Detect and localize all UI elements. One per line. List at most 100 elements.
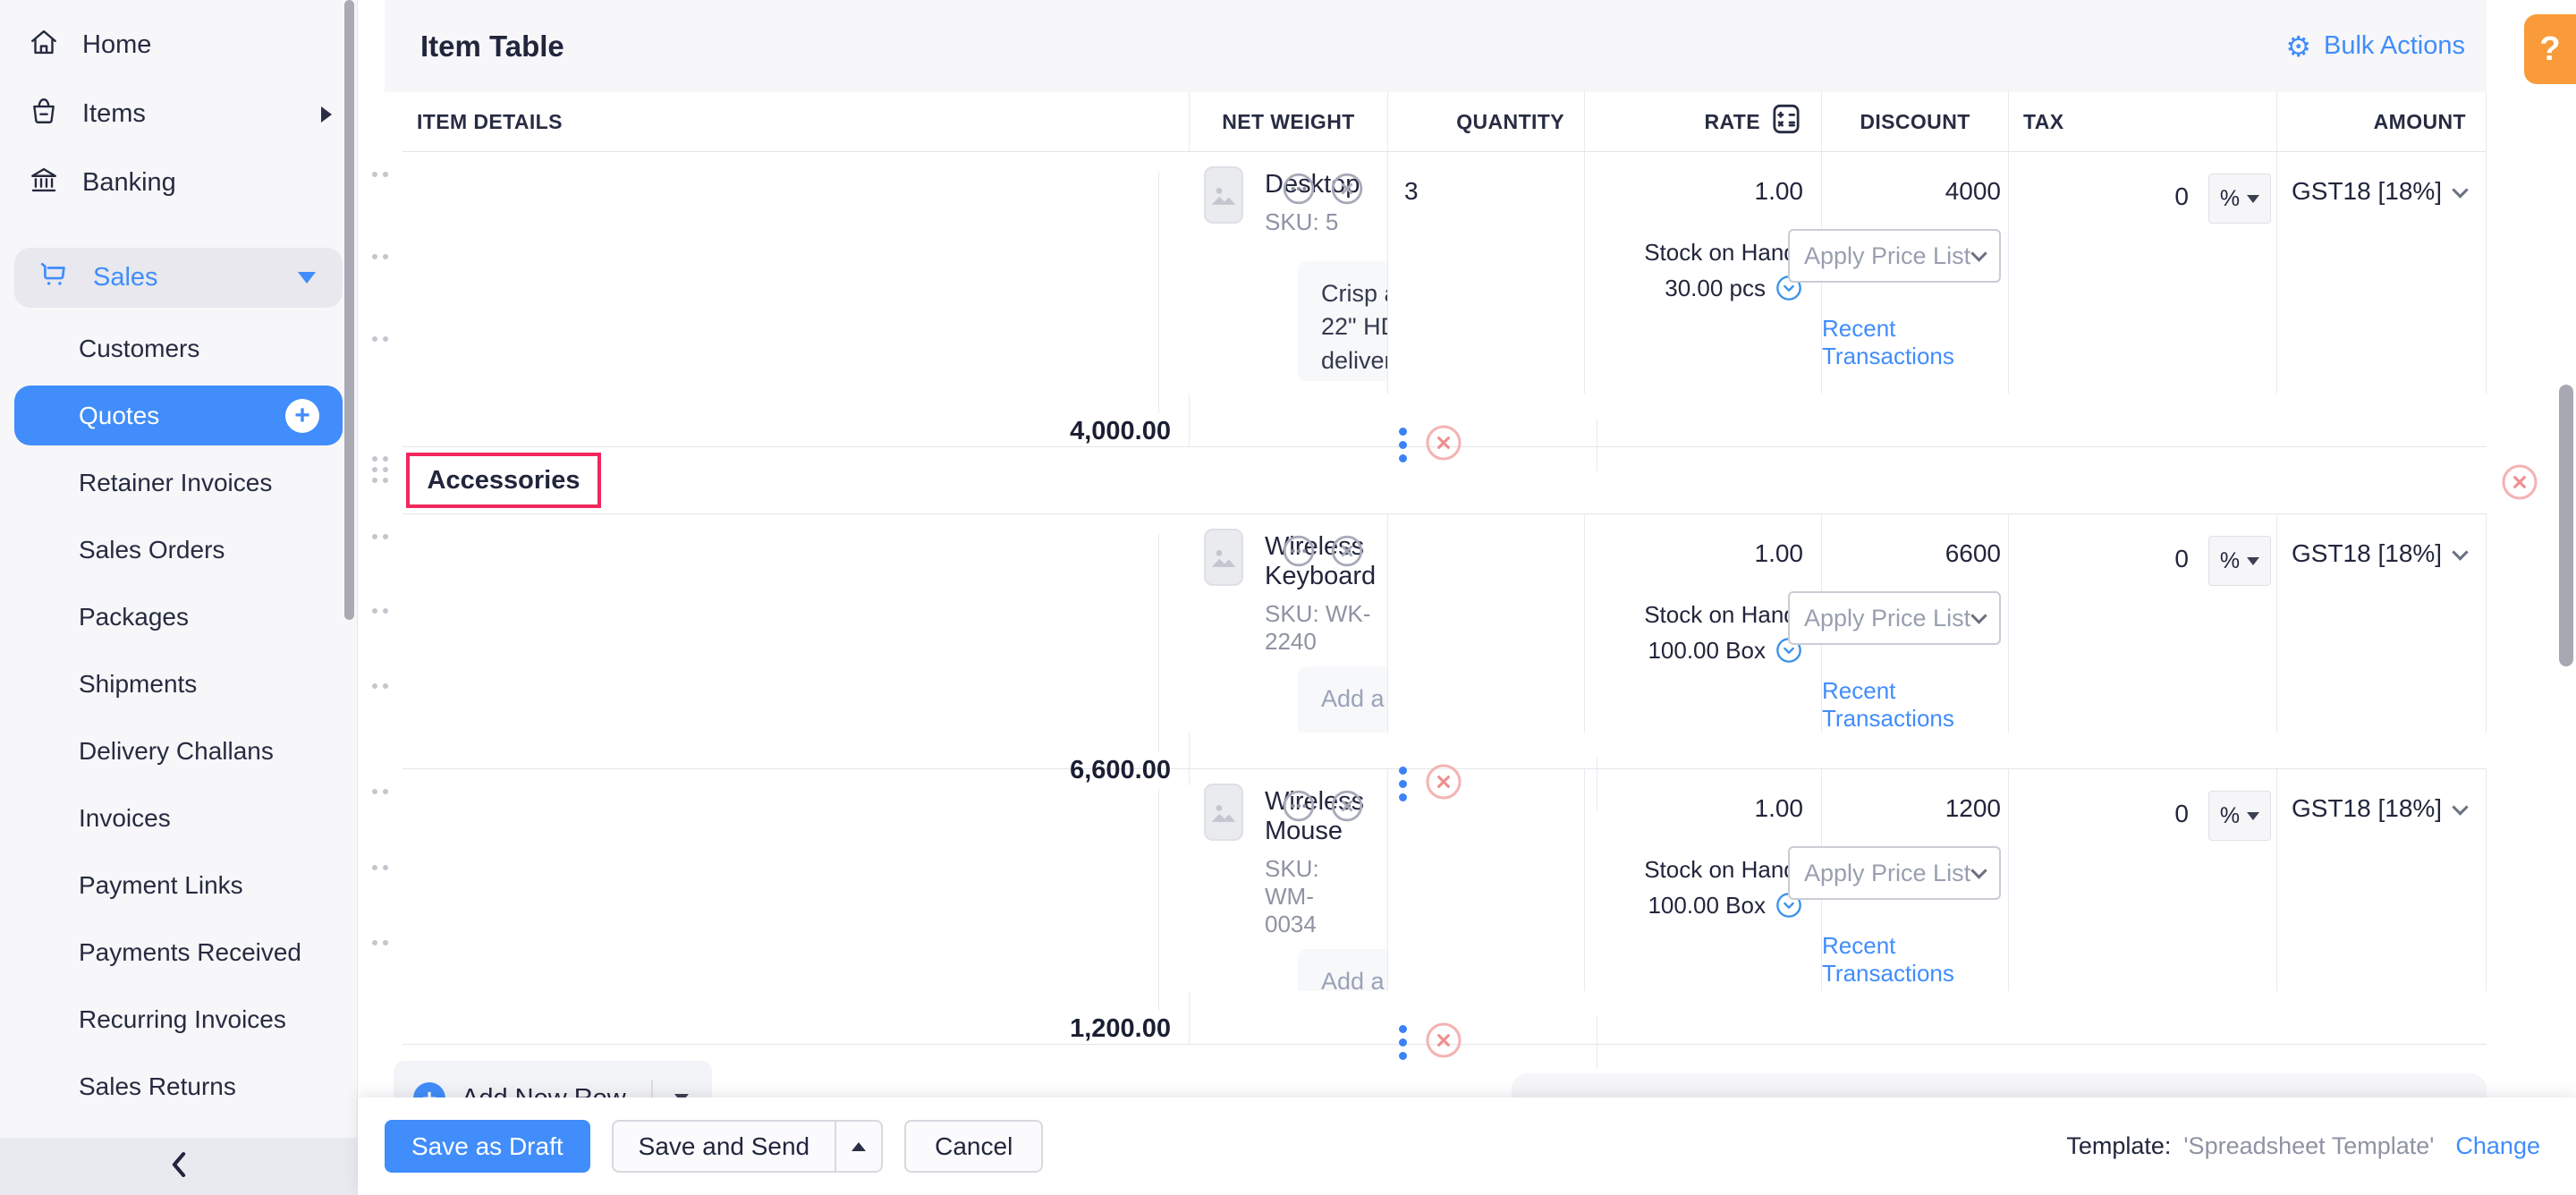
gear-icon: ⚙ [2285, 32, 2311, 61]
discount-unit-select[interactable]: % [2208, 536, 2271, 586]
row-clear-icon[interactable] [1330, 172, 1364, 210]
table-row: Wireless Keyboard SKU: WK-2240 Add a des… [402, 514, 2487, 769]
bank-icon [29, 165, 59, 202]
item-sku: SKU: WK-2240 [1265, 600, 1376, 656]
price-list-select[interactable]: Apply Price List [1788, 229, 2001, 283]
stock-on-hand: Stock on Hand: 30.00 pcs [1585, 234, 1803, 307]
net-weight-field[interactable] [1388, 514, 1585, 733]
row-clear-icon[interactable] [1330, 789, 1364, 827]
row-delete-icon[interactable] [1423, 1020, 1464, 1065]
sidebar-item-banking[interactable]: Banking [0, 148, 357, 217]
recent-transactions-link[interactable]: Recent Transactions [1822, 677, 2001, 733]
item-description-input[interactable]: Add a description to your item [1298, 666, 1388, 733]
sidebar-item-label: Banking [82, 168, 176, 198]
help-button[interactable]: ? [2524, 14, 2576, 84]
rate-field[interactable]: 6600 [1945, 539, 2001, 568]
section-delete-icon[interactable] [2499, 462, 2540, 507]
save-as-draft-button[interactable]: Save as Draft [385, 1120, 590, 1173]
chevron-left-icon [165, 1149, 192, 1184]
stock-on-hand: Stock on Hand: 100.00 Box [1585, 597, 1803, 669]
item-image-placeholder[interactable] [1204, 166, 1243, 224]
item-description-input[interactable]: Crisp and Clear Visuals: Enjoy stunning … [1298, 261, 1388, 381]
sidebar-item-home[interactable]: Home [0, 11, 357, 80]
bottom-action-bar: Save as Draft Save and Send Cancel Templ… [358, 1098, 2576, 1195]
save-and-send-menu-button[interactable] [835, 1122, 881, 1171]
page-title: Item Table [420, 30, 564, 64]
calculator-icon[interactable] [1771, 102, 1801, 141]
cart-icon [38, 258, 70, 298]
sidebar-item-items[interactable]: Items [0, 80, 357, 148]
col-net-weight: NET WEIGHT [1190, 92, 1388, 151]
sidebar-item-retainer-invoices[interactable]: Retainer Invoices [0, 449, 357, 516]
row-drag-handle[interactable] [372, 789, 1159, 1011]
net-weight-field[interactable]: 3 [1388, 152, 1585, 394]
sidebar-item-label: Home [82, 30, 151, 60]
template-change-link[interactable]: Change [2455, 1132, 2540, 1160]
sidebar-item-payments-received[interactable]: Payments Received [0, 919, 357, 986]
sidebar-item-quotes[interactable]: Quotes + [14, 386, 343, 445]
table-row: Wireless Mouse SKU: WM-0034 Add a descri… [402, 769, 2487, 1045]
tax-select[interactable]: GST18 [18%] [2277, 514, 2487, 733]
chevron-down-icon [2452, 544, 2468, 560]
sidebar-item-customers[interactable]: Customers [0, 315, 357, 382]
sidebar-item-invoices[interactable]: Invoices [0, 784, 357, 852]
tax-select[interactable]: GST18 [18%] [2277, 152, 2487, 394]
sidebar-item-label: Sales [93, 263, 158, 292]
submenu-arrow-icon [321, 106, 332, 123]
item-details-cell: Desktop SKU: 5 Crisp and Clear Visuals: … [1190, 152, 1388, 394]
page-scrollbar[interactable] [2559, 385, 2573, 666]
sidebar-item-sales-orders[interactable]: Sales Orders [0, 516, 357, 583]
row-clear-icon[interactable] [1330, 534, 1364, 572]
row-more-icon[interactable] [1282, 534, 1316, 572]
discount-field[interactable]: 0 [2174, 791, 2189, 828]
row-drag-handle[interactable] [372, 172, 1159, 413]
quantity-field[interactable]: 1.00 [1585, 177, 1803, 206]
price-list-select[interactable]: Apply Price List [1788, 591, 2001, 645]
sidebar-item-payment-links[interactable]: Payment Links [0, 852, 357, 919]
sidebar: Home Items Banking Sales Customers Quo [0, 0, 358, 1195]
discount-unit-select[interactable]: % [2208, 791, 2271, 841]
item-image-placeholder[interactable] [1204, 784, 1243, 841]
discount-field[interactable]: 0 [2174, 174, 2189, 211]
sidebar-item-recurring-invoices[interactable]: Recurring Invoices [0, 986, 357, 1053]
chevron-down-icon [2452, 799, 2468, 815]
sidebar-scrollbar[interactable] [344, 0, 354, 620]
discount-unit-select[interactable]: % [2208, 174, 2271, 224]
save-and-send-button[interactable]: Save and Send [614, 1122, 835, 1171]
row-more-icon[interactable] [1282, 789, 1316, 827]
item-table-header-band: Item Table ⚙ Bulk Actions [385, 0, 2487, 92]
sidebar-item-delivery-challans[interactable]: Delivery Challans [0, 717, 357, 784]
sidebar-item-sales-returns[interactable]: Sales Returns [0, 1053, 357, 1120]
discount-field[interactable]: 0 [2174, 536, 2189, 573]
item-image-placeholder[interactable] [1204, 529, 1243, 586]
rate-cell: 6600 Apply Price List Recent Transaction… [1822, 514, 2009, 733]
col-amount: AMOUNT [2277, 92, 2487, 151]
rate-field[interactable]: 1200 [1945, 794, 2001, 823]
quantity-field[interactable]: 1.00 [1585, 794, 1803, 823]
quantity-field[interactable]: 1.00 [1585, 539, 1803, 568]
quantity-cell: 1.00 Stock on Hand: 30.00 pcs [1585, 152, 1822, 394]
rate-cell: 4000 Apply Price List Recent Transaction… [1822, 152, 2009, 394]
recent-transactions-link[interactable]: Recent Transactions [1822, 315, 2001, 370]
tax-select[interactable]: GST18 [18%] [2277, 769, 2487, 991]
price-list-select[interactable]: Apply Price List [1788, 846, 2001, 900]
row-menu-icon[interactable] [1399, 1025, 1407, 1060]
section-title-box[interactable]: Accessories [406, 453, 601, 508]
row-drag-handle[interactable] [372, 534, 1159, 752]
item-details-cell: Wireless Mouse SKU: WM-0034 Add a descri… [1190, 769, 1388, 991]
quantity-cell: 1.00 Stock on Hand: 100.00 Box [1585, 514, 1822, 733]
sidebar-item-packages[interactable]: Packages [0, 583, 357, 650]
section-drag-handle[interactable] [372, 456, 388, 483]
recent-transactions-link[interactable]: Recent Transactions [1822, 932, 2001, 987]
chevron-down-icon [1970, 607, 1987, 623]
rate-field[interactable]: 4000 [1945, 177, 2001, 206]
item-description-input[interactable]: Add a description to your item [1298, 949, 1388, 991]
row-more-icon[interactable] [1282, 172, 1316, 210]
new-quote-button[interactable]: + [285, 399, 319, 433]
sidebar-collapse-button[interactable] [0, 1138, 357, 1195]
sidebar-item-shipments[interactable]: Shipments [0, 650, 357, 717]
sidebar-item-sales[interactable]: Sales [14, 248, 343, 308]
net-weight-field[interactable] [1388, 769, 1585, 991]
bulk-actions-button[interactable]: ⚙ Bulk Actions [2285, 31, 2465, 61]
cancel-button[interactable]: Cancel [904, 1120, 1043, 1173]
